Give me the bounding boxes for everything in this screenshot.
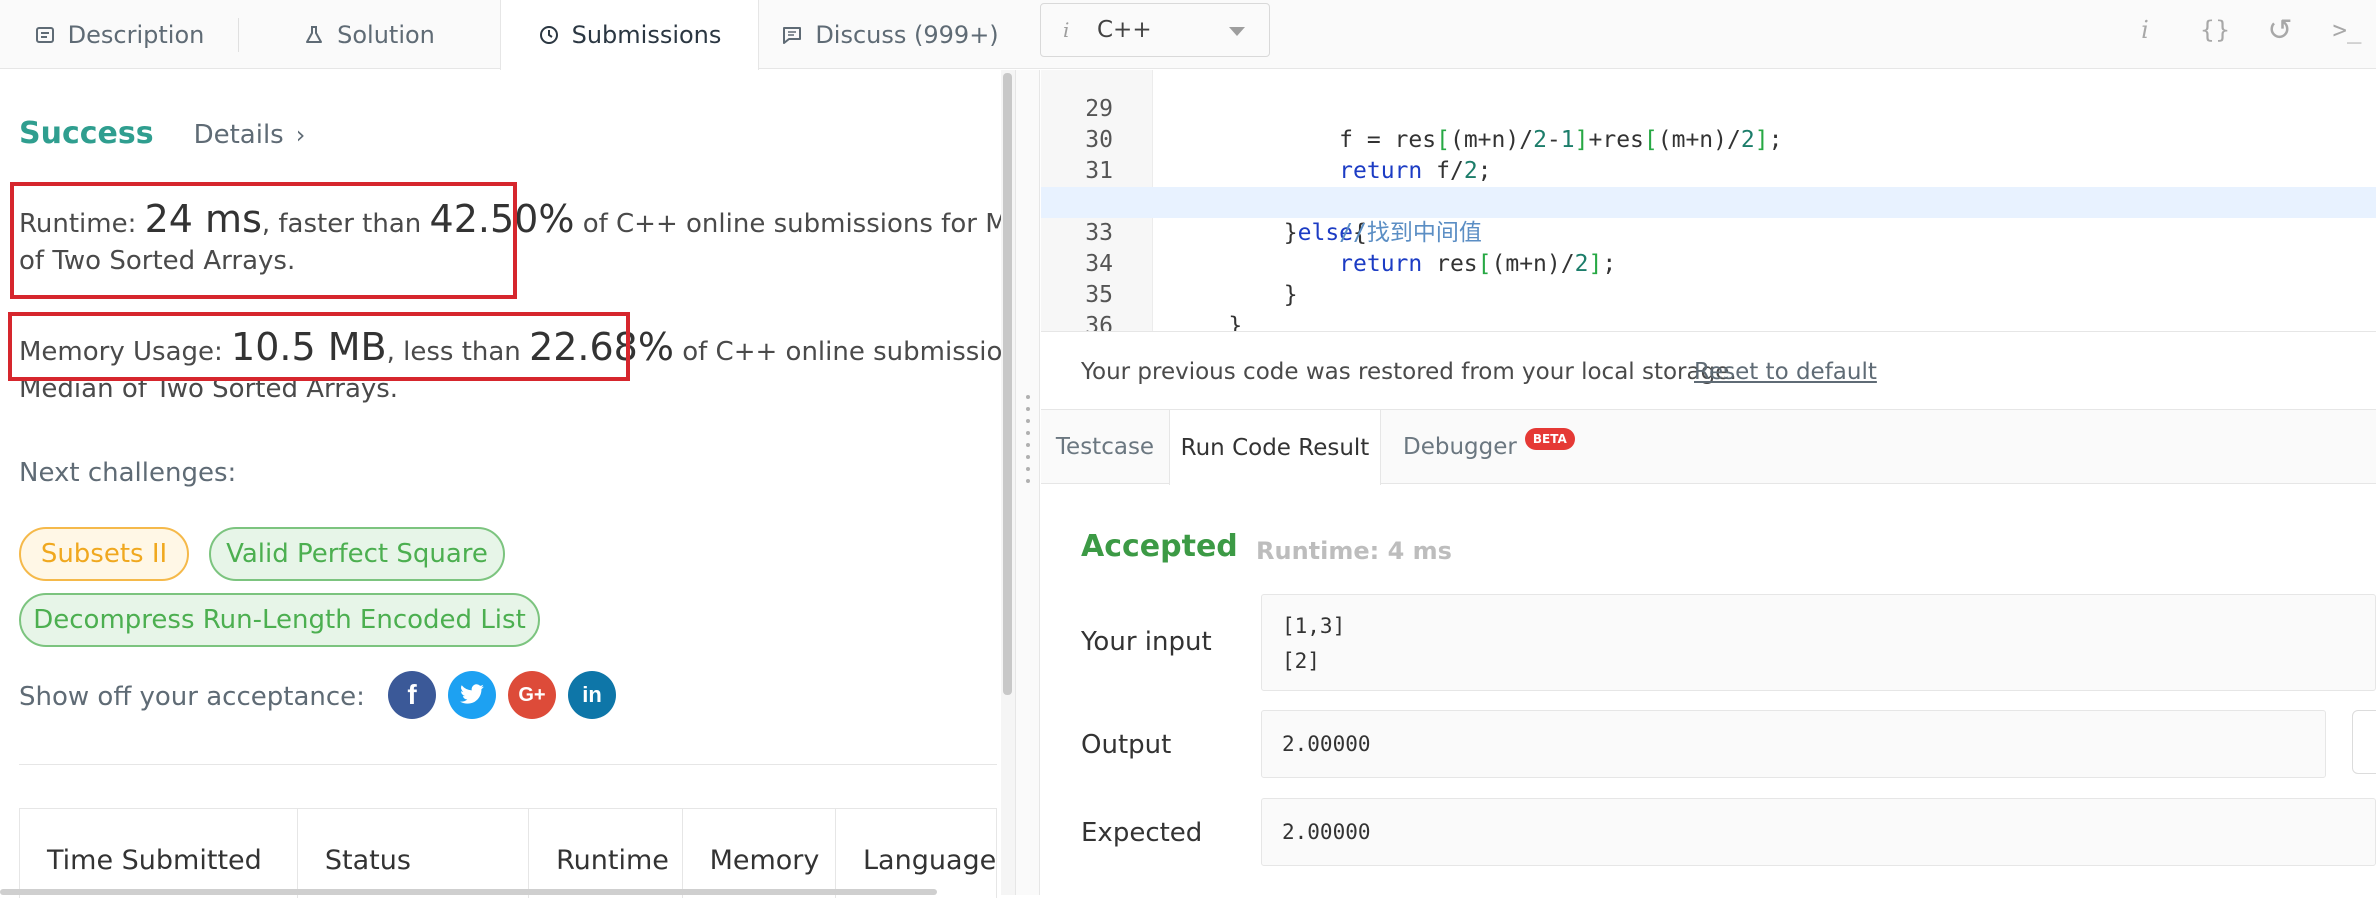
- line-number: 36: [1085, 313, 1113, 331]
- format-code-button[interactable]: {}: [2193, 10, 2237, 50]
- grip-dot: [1026, 419, 1030, 423]
- horizontal-scrollbar[interactable]: [0, 889, 937, 895]
- code-line[interactable]: 29 f = res[(m+n)/2-1]+res[(m+n)/2];: [1041, 70, 2376, 153]
- tab-description[interactable]: Description: [0, 0, 238, 69]
- language-value: C++: [1097, 17, 1152, 43]
- twitter-icon[interactable]: [448, 671, 496, 719]
- your-input-box: [1,3] [2]: [1261, 594, 2376, 691]
- result-runtime: Runtime: 4 ms: [1256, 537, 1452, 565]
- restore-notice-bar: Your previous code was restored from you…: [1041, 331, 2376, 410]
- tab-label: Solution: [337, 20, 435, 49]
- code-line[interactable]: 32 //找到中间值: [1041, 156, 2376, 246]
- info-icon: i: [1063, 18, 1070, 42]
- twitter-bird-glyph: [460, 684, 484, 704]
- challenge-valid-perfect-square[interactable]: Valid Perfect Square: [209, 527, 505, 581]
- grip-dot: [1026, 407, 1030, 411]
- runtime-suffix: of C++ online submissions for Median: [582, 209, 1009, 239]
- restore-message: Your previous code was restored from you…: [1081, 359, 1737, 385]
- grip-dot: [1026, 395, 1030, 399]
- challenge-subsets-ii[interactable]: Subsets II: [19, 527, 189, 581]
- console-tabs: Testcase Run Code Result Debugger BETA: [1041, 410, 2376, 485]
- column-runtime[interactable]: Runtime: [529, 809, 683, 898]
- result-status: Accepted: [1081, 529, 1238, 564]
- vertical-scrollbar-thumb[interactable]: [1003, 73, 1012, 695]
- tab-label: Discuss (999+): [815, 20, 999, 49]
- code-line[interactable]: 30 return f/2;: [1041, 94, 2376, 184]
- description-icon: [35, 26, 54, 43]
- chevron-right-icon: ›: [295, 121, 306, 149]
- details-label: Details: [193, 120, 284, 150]
- facebook-icon[interactable]: f: [388, 671, 436, 719]
- next-challenges-label: Next challenges:: [19, 458, 237, 488]
- column-time-submitted[interactable]: Time Submitted: [20, 809, 298, 898]
- code-line[interactable]: 36 };: [1041, 280, 2376, 331]
- clock-icon: [539, 26, 558, 44]
- tab-label: Description: [67, 20, 205, 49]
- chevron-down-icon: [1229, 27, 1245, 36]
- linkedin-icon[interactable]: in: [568, 671, 616, 719]
- grip-dot: [1026, 431, 1030, 435]
- challenge-decompress-rle-list[interactable]: Decompress Run-Length Encoded List: [19, 593, 540, 647]
- tab-run-code-result[interactable]: Run Code Result: [1169, 410, 1381, 485]
- column-status[interactable]: Status: [298, 809, 530, 898]
- output-label: Output: [1081, 730, 1172, 760]
- tab-discuss[interactable]: Discuss (999+): [760, 0, 1020, 69]
- code-line[interactable]: 31 ▾ }else{: [1041, 125, 2376, 246]
- code-text: }: [1173, 313, 1243, 331]
- panel-resize-handle[interactable]: [1015, 70, 1040, 895]
- submission-status-row: Success Details ›: [19, 116, 305, 151]
- discuss-icon: [783, 26, 802, 44]
- language-select[interactable]: i C++: [1040, 3, 1270, 57]
- code-editor[interactable]: 29 f = res[(m+n)/2-1]+res[(m+n)/2]; 30 r…: [1041, 70, 2376, 331]
- grip-dot: [1026, 479, 1030, 483]
- diff-button[interactable]: [2352, 710, 2376, 774]
- tab-submissions[interactable]: Submissions: [500, 0, 759, 70]
- code-line[interactable]: 34 }: [1041, 218, 2376, 308]
- console-button[interactable]: >_: [2325, 10, 2369, 50]
- code-line[interactable]: 35 }: [1041, 249, 2376, 331]
- reset-code-button[interactable]: ↺: [2260, 10, 2300, 50]
- tab-debugger[interactable]: Debugger BETA: [1403, 410, 1623, 484]
- your-input-label: Your input: [1081, 627, 1212, 657]
- code-line-active[interactable]: 33 return res[(m+n)/2];: [1041, 187, 2376, 277]
- flask-icon: [306, 25, 323, 43]
- submission-detail-panel: Success Details › Runtime: 24 ms, faster …: [0, 70, 1015, 898]
- run-code-result-panel: Accepted Runtime: 4 ms Your input [1,3] …: [1041, 485, 2376, 895]
- grip-dot: [1026, 443, 1030, 447]
- tab-testcase[interactable]: Testcase: [1041, 410, 1169, 484]
- column-memory[interactable]: Memory: [683, 809, 836, 898]
- grip-dot: [1026, 467, 1030, 471]
- annotation-box-runtime: [10, 182, 517, 299]
- reset-to-default-link[interactable]: Reset to default: [1694, 359, 1877, 385]
- output-box: 2.00000: [1261, 710, 2326, 778]
- submissions-table-header: Time Submitted Status Runtime Memory Lan…: [19, 808, 997, 898]
- grip-dot: [1026, 455, 1030, 459]
- tab-label: Submissions: [571, 21, 722, 49]
- expected-box: 2.00000: [1261, 798, 2376, 866]
- info-button[interactable]: i: [2130, 10, 2160, 50]
- beta-badge: BETA: [1524, 428, 1575, 450]
- details-link[interactable]: Details ›: [194, 120, 306, 150]
- submission-status: Success: [19, 116, 154, 151]
- annotation-box-memory: [8, 312, 630, 381]
- share-label: Show off your acceptance:: [19, 682, 365, 712]
- memory-suffix: of C++ online submissions for: [682, 337, 1009, 367]
- google-plus-icon[interactable]: G+: [508, 671, 556, 719]
- divider: [19, 764, 997, 765]
- tab-solution[interactable]: Solution: [239, 0, 499, 69]
- column-language[interactable]: Language: [836, 809, 996, 898]
- debugger-label: Debugger: [1403, 434, 1517, 460]
- expected-label: Expected: [1081, 818, 1203, 848]
- top-tab-bar: Description Solution Submissions Discuss…: [0, 0, 2376, 70]
